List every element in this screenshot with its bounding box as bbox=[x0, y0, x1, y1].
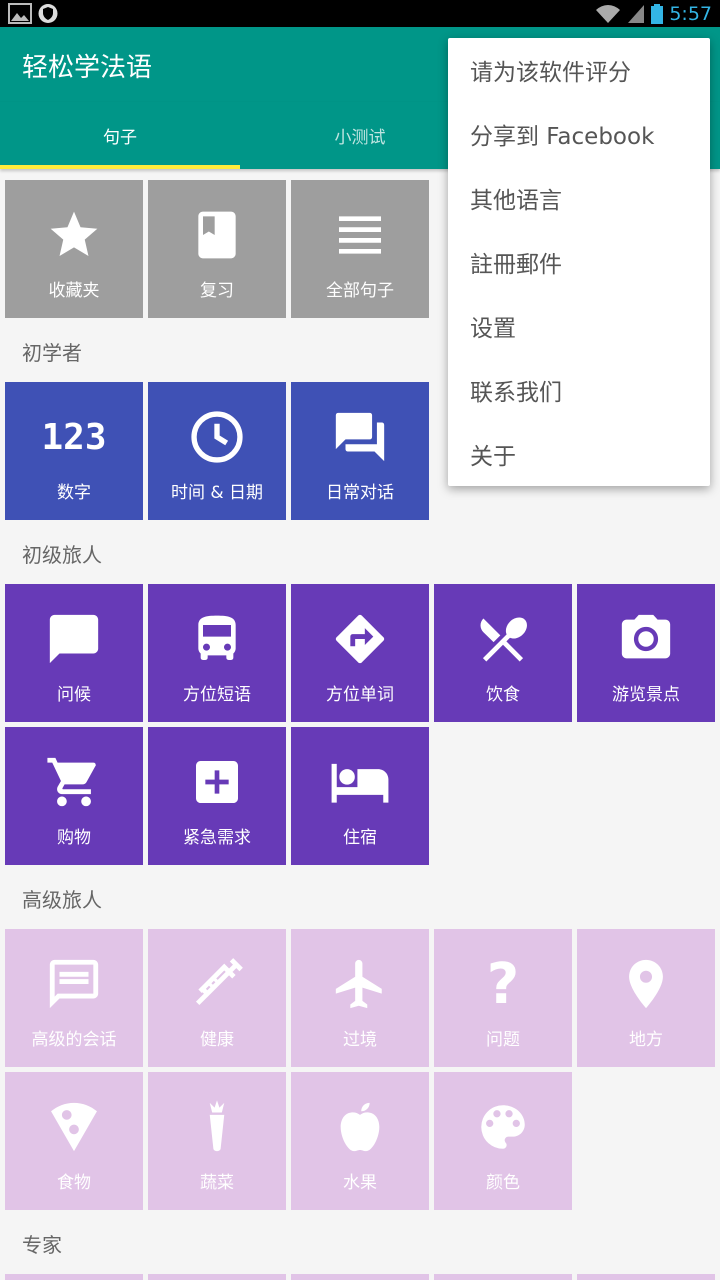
menu-item-other-languages[interactable]: 其他语言 bbox=[448, 166, 710, 230]
section-beginner-title: 初学者 bbox=[22, 341, 82, 365]
tile-label: 方位单词 bbox=[326, 685, 394, 705]
tile-health[interactable]: 健康 bbox=[148, 929, 286, 1067]
section-expert-title: 专家 bbox=[22, 1233, 62, 1257]
tile-vegetables[interactable]: 蔬菜 bbox=[148, 1072, 286, 1210]
medical-icon bbox=[196, 761, 238, 803]
tile-label: 全部句子 bbox=[326, 281, 394, 301]
numbers-icon: 123 bbox=[41, 416, 107, 458]
bus-icon bbox=[198, 615, 236, 660]
menu-item-share-facebook[interactable]: 分享到 Facebook bbox=[448, 102, 710, 166]
star-icon bbox=[50, 211, 98, 256]
tile-label: 住宿 bbox=[343, 828, 377, 848]
tile-label: 饮食 bbox=[486, 685, 520, 705]
carrot-icon bbox=[209, 1100, 225, 1152]
tile-partial bbox=[291, 1274, 429, 1280]
directions-icon bbox=[335, 614, 385, 664]
tile-partial bbox=[5, 1274, 143, 1280]
tile-all-sentences[interactable]: 全部句子 bbox=[291, 180, 429, 318]
tile-label: 数字 bbox=[57, 483, 91, 503]
tile-label: 方位短语 bbox=[183, 685, 251, 705]
tile-label: 问候 bbox=[57, 685, 91, 705]
tile-advanced-conversation[interactable]: 高级的会话 bbox=[5, 929, 143, 1067]
place-icon bbox=[629, 959, 663, 1009]
tile-favorites[interactable]: 收藏夹 bbox=[5, 180, 143, 318]
gallery-notification-icon bbox=[8, 3, 32, 24]
section-traveler-title: 初级旅人 bbox=[22, 543, 102, 567]
tile-label: 时间 & 日期 bbox=[170, 483, 264, 503]
battery-icon bbox=[651, 3, 664, 24]
section-advanced-title: 高级旅人 bbox=[22, 888, 102, 912]
bed-icon bbox=[331, 763, 389, 803]
utensils-icon bbox=[480, 617, 527, 662]
tile-sightseeing[interactable]: 游览景点 bbox=[577, 584, 715, 722]
message-icon bbox=[49, 614, 99, 664]
signal-icon bbox=[628, 4, 645, 23]
list-icon bbox=[339, 216, 381, 254]
tile-food-drink[interactable]: 饮食 bbox=[434, 584, 572, 722]
tab-sentences[interactable]: 句子 bbox=[0, 102, 240, 169]
shield-notification-icon bbox=[38, 4, 58, 23]
wifi-icon bbox=[596, 4, 621, 23]
tile-questions[interactable]: ? 问题 bbox=[434, 929, 572, 1067]
tile-label: 地方 bbox=[629, 1030, 663, 1050]
tile-partial bbox=[577, 1274, 715, 1280]
menu-item-about[interactable]: 关于 bbox=[448, 422, 710, 486]
question-icon: ? bbox=[486, 951, 520, 1017]
tile-label: 颜色 bbox=[486, 1173, 520, 1193]
tile-numbers[interactable]: 123 数字 bbox=[5, 382, 143, 520]
chat-icon bbox=[335, 412, 385, 462]
menu-item-rate-app[interactable]: 请为该软件评分 bbox=[448, 38, 710, 102]
comment-icon bbox=[49, 959, 99, 1009]
menu-item-register-email[interactable]: 註冊郵件 bbox=[448, 230, 710, 294]
bookmark-icon bbox=[198, 211, 236, 259]
tile-daily-conversation[interactable]: 日常对话 bbox=[291, 382, 429, 520]
tile-label: 问题 bbox=[486, 1030, 520, 1050]
clock-time: 5:57 bbox=[669, 2, 712, 25]
tile-label: 复习 bbox=[200, 281, 234, 301]
pizza-icon bbox=[51, 1102, 97, 1152]
tile-label: 健康 bbox=[200, 1030, 234, 1050]
tile-emergency[interactable]: 紧急需求 bbox=[148, 727, 286, 865]
cart-icon bbox=[47, 757, 96, 807]
tile-fruits[interactable]: 水果 bbox=[291, 1072, 429, 1210]
tile-label: 购物 bbox=[57, 828, 91, 848]
tile-label: 日常对话 bbox=[326, 483, 394, 503]
app-title: 轻松学法语 bbox=[22, 53, 153, 83]
camera-icon bbox=[621, 614, 671, 659]
status-bar: 5:57 bbox=[0, 0, 720, 27]
tile-shopping[interactable]: 购物 bbox=[5, 727, 143, 865]
menu-item-settings[interactable]: 设置 bbox=[448, 294, 710, 358]
clock-icon bbox=[191, 411, 243, 463]
apple-icon bbox=[340, 1102, 380, 1152]
tile-places[interactable]: 地方 bbox=[577, 929, 715, 1067]
tile-partial bbox=[148, 1274, 286, 1280]
overflow-menu: 请为该软件评分 分享到 Facebook 其他语言 註冊郵件 设置 联系我们 关… bbox=[448, 38, 710, 486]
tile-review[interactable]: 复习 bbox=[148, 180, 286, 318]
tab-quiz[interactable]: 小测试 bbox=[240, 102, 480, 169]
tile-label: 游览景点 bbox=[612, 685, 680, 705]
tile-direction-words[interactable]: 方位单词 bbox=[291, 584, 429, 722]
tile-transit[interactable]: 过境 bbox=[291, 929, 429, 1067]
tile-label: 蔬菜 bbox=[200, 1173, 234, 1193]
tile-label: 食物 bbox=[57, 1173, 91, 1193]
tile-food[interactable]: 食物 bbox=[5, 1072, 143, 1210]
tile-label: 收藏夹 bbox=[48, 281, 100, 301]
tile-colors[interactable]: 颜色 bbox=[434, 1072, 572, 1210]
menu-item-contact-us[interactable]: 联系我们 bbox=[448, 358, 710, 422]
tile-direction-phrases[interactable]: 方位短语 bbox=[148, 584, 286, 722]
tile-greetings[interactable]: 问候 bbox=[5, 584, 143, 722]
airplane-icon bbox=[335, 959, 382, 1009]
tile-partial bbox=[434, 1274, 572, 1280]
tile-label: 过境 bbox=[343, 1030, 377, 1050]
tile-label: 高级的会话 bbox=[31, 1030, 117, 1050]
tile-label: 紧急需求 bbox=[183, 828, 251, 848]
tile-label: 水果 bbox=[343, 1173, 377, 1193]
tile-accommodation[interactable]: 住宿 bbox=[291, 727, 429, 865]
palette-icon bbox=[481, 1105, 525, 1149]
syringe-icon bbox=[195, 958, 243, 1006]
tile-time-date[interactable]: 时间 & 日期 bbox=[148, 382, 286, 520]
